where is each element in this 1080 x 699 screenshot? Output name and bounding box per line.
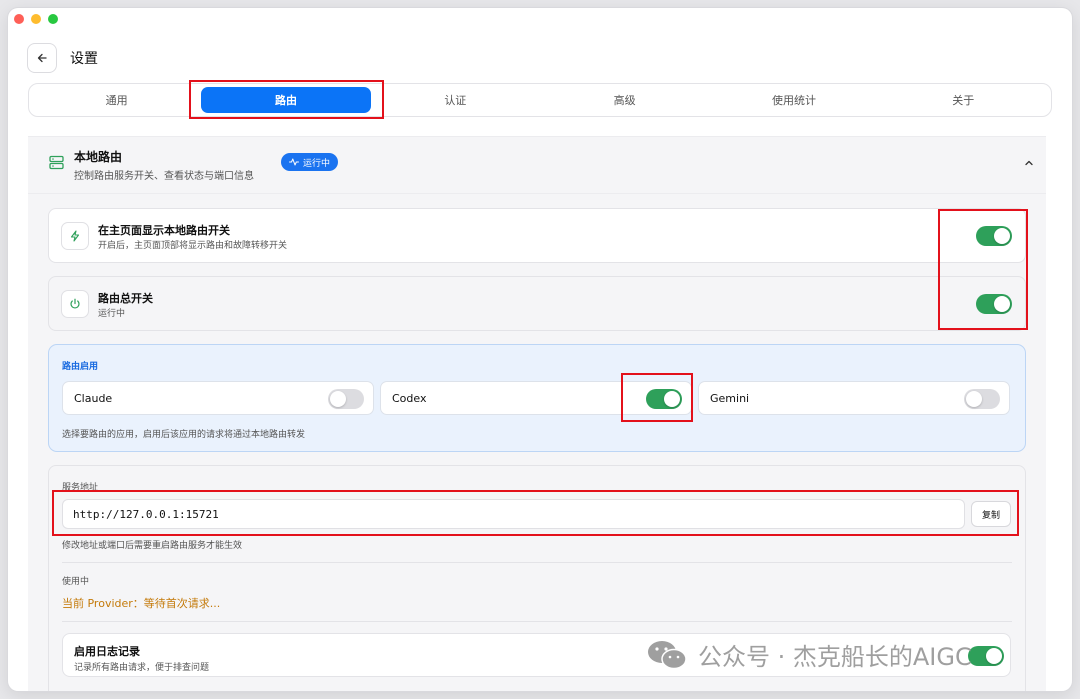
app-name: Codex <box>392 392 427 405</box>
activity-icon <box>289 158 299 166</box>
app-item-gemini: Gemini <box>698 381 1010 415</box>
logging-toggle[interactable] <box>968 646 1004 666</box>
in-use-label: 使用中 <box>62 577 90 587</box>
settings-window: 设置 通用 路由 认证 高级 使用统计 关于 本地路由 控制路由服务开关、查看状… <box>8 8 1072 691</box>
local-routing-header[interactable]: 本地路由 控制路由服务开关、查看状态与端口信息 运行中 <box>28 136 1046 194</box>
master-routing-toggle[interactable] <box>976 294 1012 314</box>
routing-hint: 选择要路由的应用，启用后该应用的请求将通过本地路由转发 <box>62 430 306 440</box>
row-subtitle: 运行中 <box>98 309 126 319</box>
codex-toggle[interactable] <box>646 389 682 409</box>
app-name: Claude <box>74 392 113 405</box>
master-switch-row: 路由总开关 运行中 <box>48 276 1026 331</box>
server-icon <box>49 155 64 170</box>
tab-routing[interactable]: 路由 <box>201 87 371 113</box>
app-name: Gemini <box>710 392 750 405</box>
watermark-text: 公众号 · 杰克船长的AIGC <box>698 643 972 671</box>
watermark: 公众号 · 杰克船长的AIGC <box>646 637 972 672</box>
tab-auth[interactable]: 认证 <box>371 87 540 113</box>
show-switch-row: 在主页面显示本地路由开关 开启后，主页面顶部将显示路由和故障转移开关 <box>48 208 1026 263</box>
app-item-codex: Codex <box>380 381 692 415</box>
show-routing-switch-toggle[interactable] <box>976 226 1012 246</box>
power-icon <box>61 290 89 318</box>
window-controls <box>14 14 58 24</box>
zoom-window-button[interactable] <box>48 14 58 24</box>
row-title: 在主页面显示本地路由开关 <box>98 224 230 237</box>
app-item-claude: Claude <box>62 381 374 415</box>
local-routing-body: 在主页面显示本地路由开关 开启后，主页面顶部将显示路由和故障转移开关 路由总开关… <box>28 194 1046 691</box>
settings-tabs: 通用 路由 认证 高级 使用统计 关于 <box>28 83 1052 117</box>
status-badge-label: 运行中 <box>303 158 331 169</box>
gemini-toggle[interactable] <box>964 389 1000 409</box>
tab-about[interactable]: 关于 <box>879 87 1048 113</box>
copy-button[interactable]: 复制 <box>971 501 1011 527</box>
minimize-window-button[interactable] <box>31 14 41 24</box>
lightning-icon <box>61 222 89 250</box>
status-badge: 运行中 <box>281 153 339 171</box>
divider <box>62 562 1012 563</box>
row-subtitle: 开启后，主页面顶部将显示路由和故障转移开关 <box>98 241 288 251</box>
close-window-button[interactable] <box>14 14 24 24</box>
wechat-icon <box>648 640 687 669</box>
current-provider: 当前 Provider：等待首次请求... <box>62 597 221 610</box>
logging-title: 启用日志记录 <box>74 645 140 658</box>
routing-enable-panel: 路由启用 Claude Codex Gemini 选择要路由的应用，启用后该应用… <box>48 344 1026 452</box>
back-button[interactable] <box>27 43 57 73</box>
divider <box>62 621 1012 622</box>
row-title: 路由总开关 <box>98 292 153 305</box>
settings-content[interactable]: 本地路由 控制路由服务开关、查看状态与端口信息 运行中 在主页面显示本地路由开关 <box>28 136 1046 691</box>
server-address-input[interactable]: http://127.0.0.1:15721 <box>62 499 965 529</box>
page-title: 设置 <box>70 51 98 67</box>
logging-subtitle: 记录所有路由请求，便于排查问题 <box>74 663 210 673</box>
tab-advanced[interactable]: 高级 <box>540 87 709 113</box>
claude-toggle[interactable] <box>328 389 364 409</box>
server-address-hint: 修改地址或端口后需要重启路由服务才能生效 <box>62 541 243 551</box>
routing-enable-title: 路由启用 <box>62 362 99 372</box>
tab-general[interactable]: 通用 <box>32 87 201 113</box>
section-title: 本地路由 <box>74 150 123 164</box>
chevron-up-icon[interactable] <box>1024 158 1034 168</box>
server-address-label: 服务地址 <box>62 483 99 493</box>
section-subtitle: 控制路由服务开关、查看状态与端口信息 <box>74 171 254 182</box>
tab-usage-stats[interactable]: 使用统计 <box>709 87 878 113</box>
arrow-left-icon <box>37 53 47 63</box>
